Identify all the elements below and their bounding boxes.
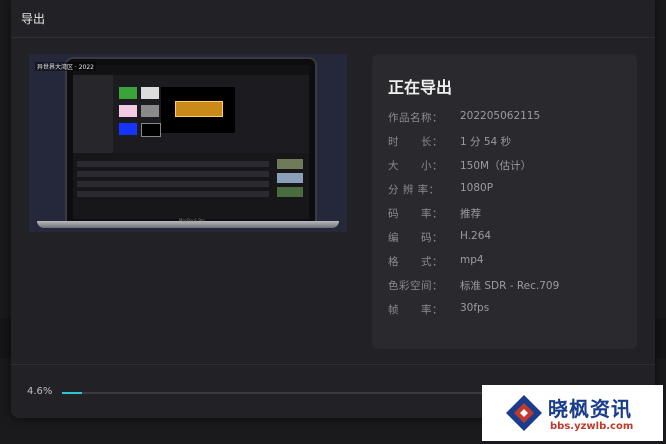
dialog-header: 导出 <box>11 0 655 38</box>
watermark-logo-icon <box>506 395 542 431</box>
info-row-resolution: 分 辨 率： 1080P <box>388 182 494 196</box>
watermark-subtitle: bbs.yzwlb.com <box>550 421 634 432</box>
info-row-format: 格 式： mp4 <box>388 254 484 268</box>
laptop-brand-text: MacBook Pro <box>179 218 205 223</box>
info-row-duration: 时 长： 1 分 54 秒 <box>388 136 512 148</box>
export-dialog: 导出 MacBook Pro 异世界大湾区 · 2022 正在导出 作品名称： … <box>11 0 655 418</box>
export-info-panel: 正在导出 作品名称： 202205062115 时 长： 1 分 54 秒 大 … <box>372 54 637 349</box>
progress-bar-fill <box>62 392 83 394</box>
info-row-codec: 编 码： H.264 <box>388 230 492 244</box>
info-row-size: 大 小： 150M（估计） <box>388 160 532 172</box>
info-row-color-space: 色彩空间： 标准 SDR - Rec.709 <box>388 280 560 292</box>
progress-divider <box>11 364 655 365</box>
info-row-bitrate: 码 率： 推荐 <box>388 208 481 220</box>
progress-bar <box>62 392 502 394</box>
laptop-screen <box>73 65 309 219</box>
progress-percent: 4.6% <box>27 386 53 397</box>
dialog-title: 导出 <box>21 12 46 26</box>
info-row-frame-rate: 帧 率： 30fps <box>388 302 490 316</box>
export-status-heading: 正在导出 <box>388 78 453 97</box>
site-watermark: 晓枫资讯 bbs.yzwlb.com <box>482 385 663 441</box>
preview-overlay-text: 异世界大湾区 · 2022 <box>35 62 96 71</box>
laptop-image <box>65 57 317 223</box>
watermark-title: 晓枫资讯 <box>548 397 632 421</box>
info-row-name: 作品名称： 202205062115 <box>388 110 541 124</box>
video-preview: MacBook Pro 异世界大湾区 · 2022 <box>29 54 347 232</box>
